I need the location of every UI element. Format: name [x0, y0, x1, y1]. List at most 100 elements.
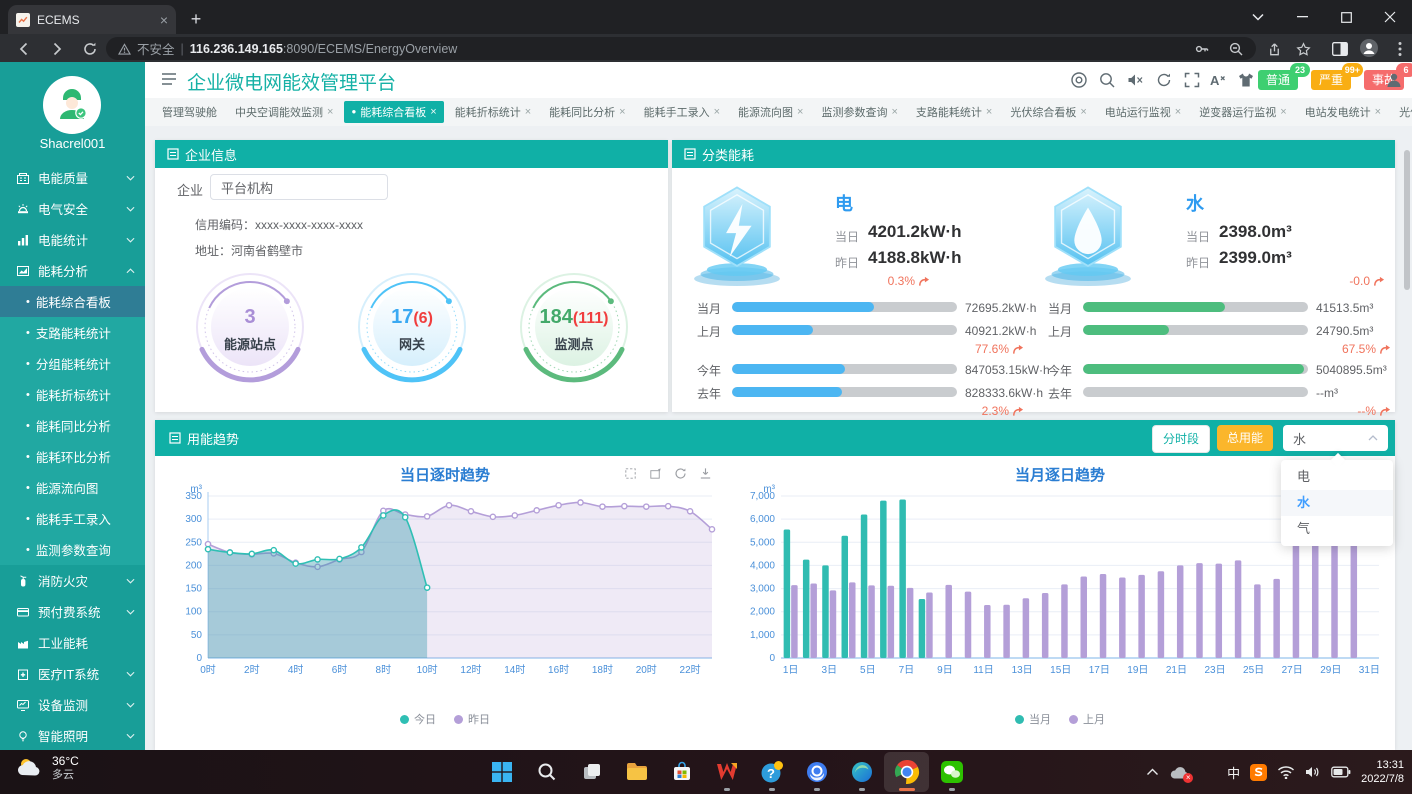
total-energy-button[interactable]: 总用能 [1217, 425, 1273, 451]
sidebar-item-电能质量[interactable]: 电能质量 [0, 162, 145, 193]
sidebar-item-电能统计[interactable]: 电能统计 [0, 224, 145, 255]
workspace-tab[interactable]: 电站运行监视× [1098, 101, 1188, 123]
sidebar-subitem-能耗同比分析[interactable]: •能耗同比分析 [0, 410, 145, 441]
tab-close-icon[interactable]: × [619, 106, 625, 118]
workspace-tab[interactable]: 监测参数查询× [814, 101, 904, 123]
chart-refresh-icon[interactable] [673, 466, 688, 481]
sidebar-subitem-支路能耗统计[interactable]: •支路能耗统计 [0, 317, 145, 348]
sidebar-subitem-能耗环比分析[interactable]: •能耗环比分析 [0, 441, 145, 472]
sidebar-subitem-监测参数查询[interactable]: •监测参数查询 [0, 534, 145, 565]
workspace-tab[interactable]: 光伏综合看板× [1003, 101, 1093, 123]
password-key-icon[interactable] [1194, 41, 1210, 57]
energy-type-select[interactable]: 水 [1283, 425, 1388, 451]
battery-icon[interactable] [1331, 766, 1351, 778]
workspace-tab[interactable]: 能耗折标统计× [448, 101, 538, 123]
sidebar-item-电气安全[interactable]: 电气安全 [0, 193, 145, 224]
tab-close-icon[interactable]: × [525, 106, 531, 118]
page-scrollbar[interactable] [1404, 150, 1410, 290]
sidebar-subitem-能耗手工录入[interactable]: •能耗手工录入 [0, 503, 145, 534]
mute-icon[interactable] [1126, 71, 1144, 89]
menu-toggle-icon[interactable] [161, 72, 177, 86]
workspace-tab[interactable]: 能耗手工录入× [637, 101, 727, 123]
workspace-tab[interactable]: 光伏电站配电图× [1392, 101, 1412, 123]
user-avatar[interactable] [43, 76, 101, 134]
taskbar-search-icon[interactable] [524, 752, 569, 792]
ms-store-icon[interactable] [659, 752, 704, 792]
tab-close-icon[interactable]: × [160, 12, 168, 28]
tab-close-icon[interactable]: × [327, 106, 333, 118]
browser-tab[interactable]: ECEMS × [8, 5, 176, 34]
tab-close-icon[interactable]: × [1280, 106, 1286, 118]
zoom-select-icon[interactable] [623, 466, 638, 481]
sogou-icon[interactable] [1250, 764, 1267, 781]
workspace-tab[interactable]: ●能耗综合看板× [344, 101, 443, 123]
sidebar-item-智能照明[interactable]: 智能照明 [0, 720, 145, 750]
maximize-button[interactable] [1324, 0, 1368, 34]
tab-close-icon[interactable]: × [797, 106, 803, 118]
forward-button[interactable] [45, 37, 69, 61]
start-button[interactable] [479, 752, 524, 792]
taskbar-clock[interactable]: 13:31 2022/7/8 [1361, 758, 1404, 787]
workspace-tab[interactable]: 支路能耗统计× [909, 101, 999, 123]
sidebar-subitem-能源流向图[interactable]: •能源流向图 [0, 472, 145, 503]
cloud-sync-icon[interactable]: × [1169, 765, 1189, 780]
font-size-icon[interactable]: A [1209, 71, 1227, 89]
tray-expand-icon[interactable] [1146, 768, 1159, 776]
edge-icon[interactable] [839, 752, 884, 792]
zoom-reset-icon[interactable] [648, 466, 663, 481]
company-input[interactable] [210, 174, 388, 200]
fullscreen-icon[interactable] [1183, 71, 1201, 89]
tab-search-icon[interactable] [1236, 0, 1280, 34]
browser-menu-icon[interactable] [1388, 37, 1412, 61]
tab-close-icon[interactable]: × [714, 106, 720, 118]
help-app-icon[interactable]: ? [749, 752, 794, 792]
time-segment-button[interactable]: 分时段 [1152, 425, 1210, 453]
chart-download-icon[interactable] [698, 466, 713, 481]
zoom-out-icon[interactable] [1228, 41, 1244, 57]
tab-close-icon[interactable]: × [986, 106, 992, 118]
quark-browser-icon[interactable] [794, 752, 839, 792]
workspace-tab[interactable]: 逆变器运行监视× [1192, 101, 1293, 123]
sidebar-item-预付费系统[interactable]: 预付费系统 [0, 596, 145, 627]
task-view-icon[interactable] [569, 752, 614, 792]
user-icon[interactable] [1385, 71, 1403, 89]
chrome-icon[interactable] [884, 752, 929, 792]
refresh-icon[interactable] [1155, 71, 1173, 89]
sidebar-subitem-能耗折标统计[interactable]: •能耗折标统计 [0, 379, 145, 410]
alarm-badge-severe[interactable]: 严重99+ [1311, 70, 1351, 90]
sidebar-subitem-能耗综合看板[interactable]: •能耗综合看板 [0, 286, 145, 317]
wps-icon[interactable] [704, 752, 749, 792]
browser-profile-avatar[interactable] [1357, 36, 1381, 60]
wechat-icon[interactable] [929, 752, 974, 792]
minimize-button[interactable] [1280, 0, 1324, 34]
sidebar-item-工业能耗[interactable]: 工业能耗 [0, 627, 145, 658]
workspace-tab[interactable]: 电站发电统计× [1298, 101, 1388, 123]
sidebar-subitem-分组能耗统计[interactable]: •分组能耗统计 [0, 348, 145, 379]
tab-close-icon[interactable]: × [1175, 106, 1181, 118]
ime-indicator[interactable]: 中 [1227, 763, 1240, 782]
volume-icon[interactable] [1305, 765, 1321, 779]
tab-close-icon[interactable]: × [430, 106, 436, 118]
tab-close-icon[interactable]: × [891, 106, 897, 118]
reload-button[interactable] [78, 37, 102, 61]
search-icon[interactable] [1098, 71, 1116, 89]
weather-widget[interactable]: 36°C多云 [14, 754, 79, 783]
sidebar-item-医疗IT系统[interactable]: 医疗IT系统 [0, 658, 145, 689]
sidebar-item-设备监测[interactable]: 设备监测 [0, 689, 145, 720]
new-tab-button[interactable]: + [184, 8, 208, 32]
theme-shirt-icon[interactable] [1237, 71, 1255, 89]
sidebar-item-能耗分析[interactable]: 能耗分析 [0, 255, 145, 286]
legend-item-上月[interactable]: 上月 [1069, 711, 1105, 727]
tab-close-icon[interactable]: × [1375, 106, 1381, 118]
address-bar[interactable]: 不安全 | 116.236.149.165:8090/ECEMS/EnergyO… [106, 37, 1256, 60]
close-window-button[interactable] [1368, 0, 1412, 34]
bookmark-star-icon[interactable] [1291, 37, 1315, 61]
target-icon[interactable] [1070, 71, 1088, 89]
legend-item-当月[interactable]: 当月 [1015, 711, 1051, 727]
workspace-tab[interactable]: 管理驾驶舱 [155, 101, 224, 123]
tab-close-icon[interactable]: × [1080, 106, 1086, 118]
workspace-tab[interactable]: 能耗同比分析× [542, 101, 632, 123]
legend-item-昨日[interactable]: 昨日 [454, 711, 490, 727]
wifi-icon[interactable] [1277, 765, 1295, 779]
workspace-tab[interactable]: 能源流向图× [731, 101, 810, 123]
